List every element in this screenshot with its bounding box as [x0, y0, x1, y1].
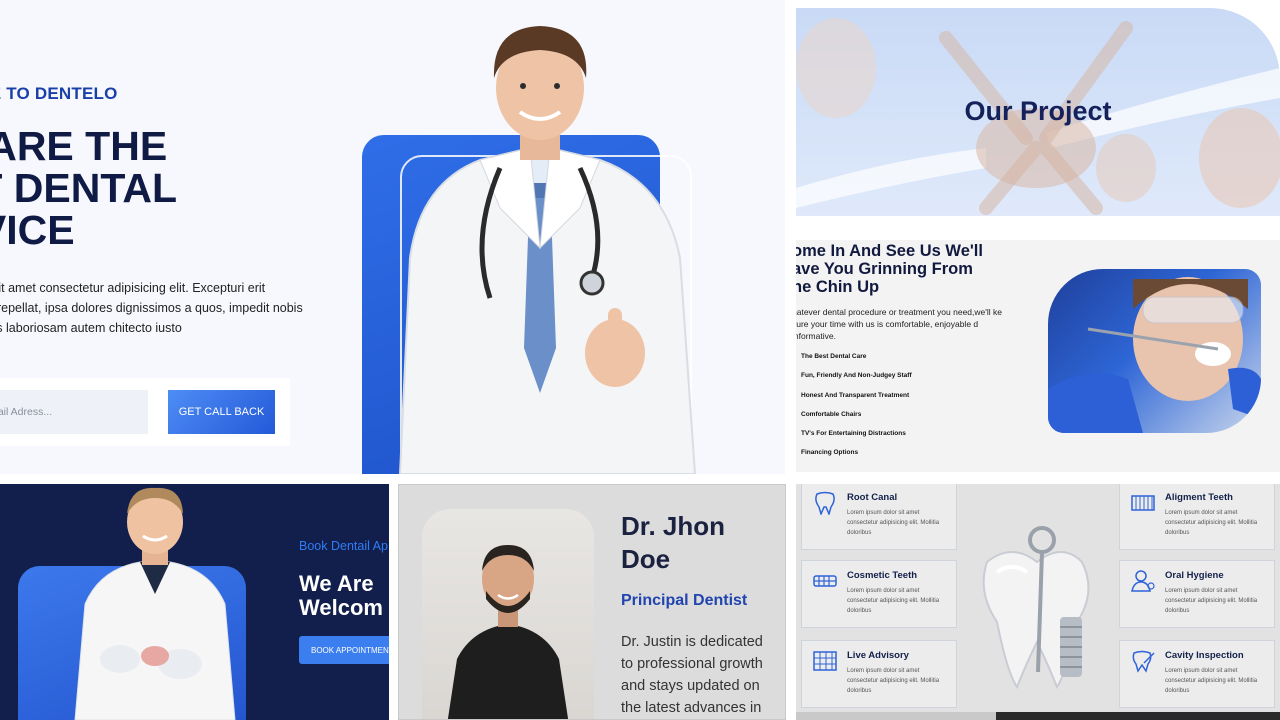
our-project-section: Our Project [796, 8, 1280, 216]
feature-item: Comfortable Chairs [801, 410, 862, 418]
service-description: Lorem ipsum dolor sit amet consectetur a… [847, 668, 940, 694]
service-description: Lorem ipsum dolor sit amet consectetur a… [1165, 588, 1258, 614]
intro-title-line: We Are [299, 571, 374, 596]
service-title: Cosmetic Teeth [847, 570, 918, 581]
feature-item: The Best Dental Care [801, 353, 867, 360]
intro-title: We Are Welcom [299, 572, 383, 620]
hero-headline-line: RVICE [0, 207, 75, 253]
service-title: Root Canal [847, 492, 898, 503]
patient-image [1048, 269, 1261, 433]
braces-icon [813, 575, 837, 587]
hero-headline-line: E ARE THE [0, 123, 168, 169]
feature-item: Honest And Transparent Treatment [801, 391, 910, 399]
grinning-heading: ome In And See Us We'll ave You Grinning… [796, 242, 1012, 296]
dentist-icon [1131, 570, 1155, 592]
grinning-text: hatever dental procedure or treatment yo… [796, 307, 1002, 341]
doctor-image [398, 26, 697, 474]
footer-strip [796, 712, 1280, 720]
service-card[interactable]: Oral Hygiene Lorem ipsum dolor sit amet … [1119, 560, 1275, 628]
aligner-icon [1131, 495, 1155, 511]
doctor-profile-section: Dr. Jhon Doe Principal Dentist Dr. Justi… [398, 484, 786, 720]
doctor-name-line: Dr. Jhon [621, 511, 726, 541]
service-title: Aligment Teeth [1165, 492, 1233, 503]
callback-form: GET CALL BACK [0, 378, 290, 446]
hero-eyebrow: OME TO DENTELO [0, 84, 118, 103]
service-card[interactable]: Cavity Inspection Lorem ipsum dolor sit … [1119, 640, 1275, 708]
service-title: Cavity Inspection [1165, 650, 1244, 661]
service-card[interactable]: Cosmetic Teeth Lorem ipsum dolor sit ame… [801, 560, 957, 628]
feature-list: The Best Dental Care Fun, Friendly And N… [801, 352, 912, 468]
service-description: Lorem ipsum dolor sit amet consectetur a… [1165, 668, 1258, 694]
service-card[interactable]: Aligment Teeth Lorem ipsum dolor sit ame… [1119, 484, 1275, 550]
grinning-heading-line: ome In And See Us We'll [796, 242, 983, 260]
hero-headline-line: ST DENTAL [0, 165, 178, 211]
grinning-heading-line: he Chin Up [796, 278, 880, 296]
hero-description: um dolor sit amet consectetur adipisicin… [0, 281, 303, 335]
grinning-heading-line: ave You Grinning From [796, 260, 973, 278]
hero-headline: E ARE THE ST DENTAL RVICE [0, 125, 280, 251]
tooth-icon [815, 491, 835, 515]
service-description: Lorem ipsum dolor sit amet consectetur a… [1165, 510, 1258, 536]
feature-item: TV's For Entertaining Distractions [801, 430, 906, 438]
email-input[interactable] [0, 390, 148, 434]
service-card[interactable]: Live Advisory Lorem ipsum dolor sit amet… [801, 640, 957, 708]
grinning-section: ome In And See Us We'll ave You Grinning… [796, 240, 1280, 472]
services-section: Root Canal Lorem ipsum dolor sit amet co… [796, 484, 1280, 720]
feature-item: Fun, Friendly And Non-Judgey Staff [801, 372, 912, 380]
doctor-bio: Dr. Justin is dedicated to professional … [621, 634, 763, 716]
doctor-portrait [422, 509, 594, 719]
teeth-chart-icon [813, 651, 837, 671]
book-appointment-button[interactable]: BOOK APPOINTMENT [299, 636, 389, 664]
service-title: Oral Hygiene [1165, 570, 1224, 581]
inspection-icon [1132, 650, 1155, 673]
doctor-name: Dr. Jhon Doe [621, 510, 761, 576]
service-title: Live Advisory [847, 650, 909, 661]
feature-item: Financing Options [801, 449, 859, 457]
intro-pretitle: Book Dentail Ap [299, 539, 388, 553]
intro-title-line: Welcom [299, 595, 383, 620]
dentist-image [74, 487, 236, 720]
tooth-implant-image [982, 526, 1090, 690]
doctor-name-line: Doe [621, 544, 671, 574]
doctor-role: Principal Dentist [621, 592, 748, 609]
service-description: Lorem ipsum dolor sit amet consectetur a… [847, 588, 940, 614]
service-description: Lorem ipsum dolor sit amet consectetur a… [847, 510, 940, 536]
book-appointment-section: Book Dentail Ap We Are Welcom BOOK APPOI… [0, 484, 389, 720]
service-card[interactable]: Root Canal Lorem ipsum dolor sit amet co… [801, 484, 957, 550]
hero-section: OME TO DENTELO E ARE THE ST DENTAL RVICE… [0, 0, 785, 474]
our-project-title: Our Project [964, 96, 1112, 126]
get-call-back-button[interactable]: GET CALL BACK [168, 390, 275, 434]
